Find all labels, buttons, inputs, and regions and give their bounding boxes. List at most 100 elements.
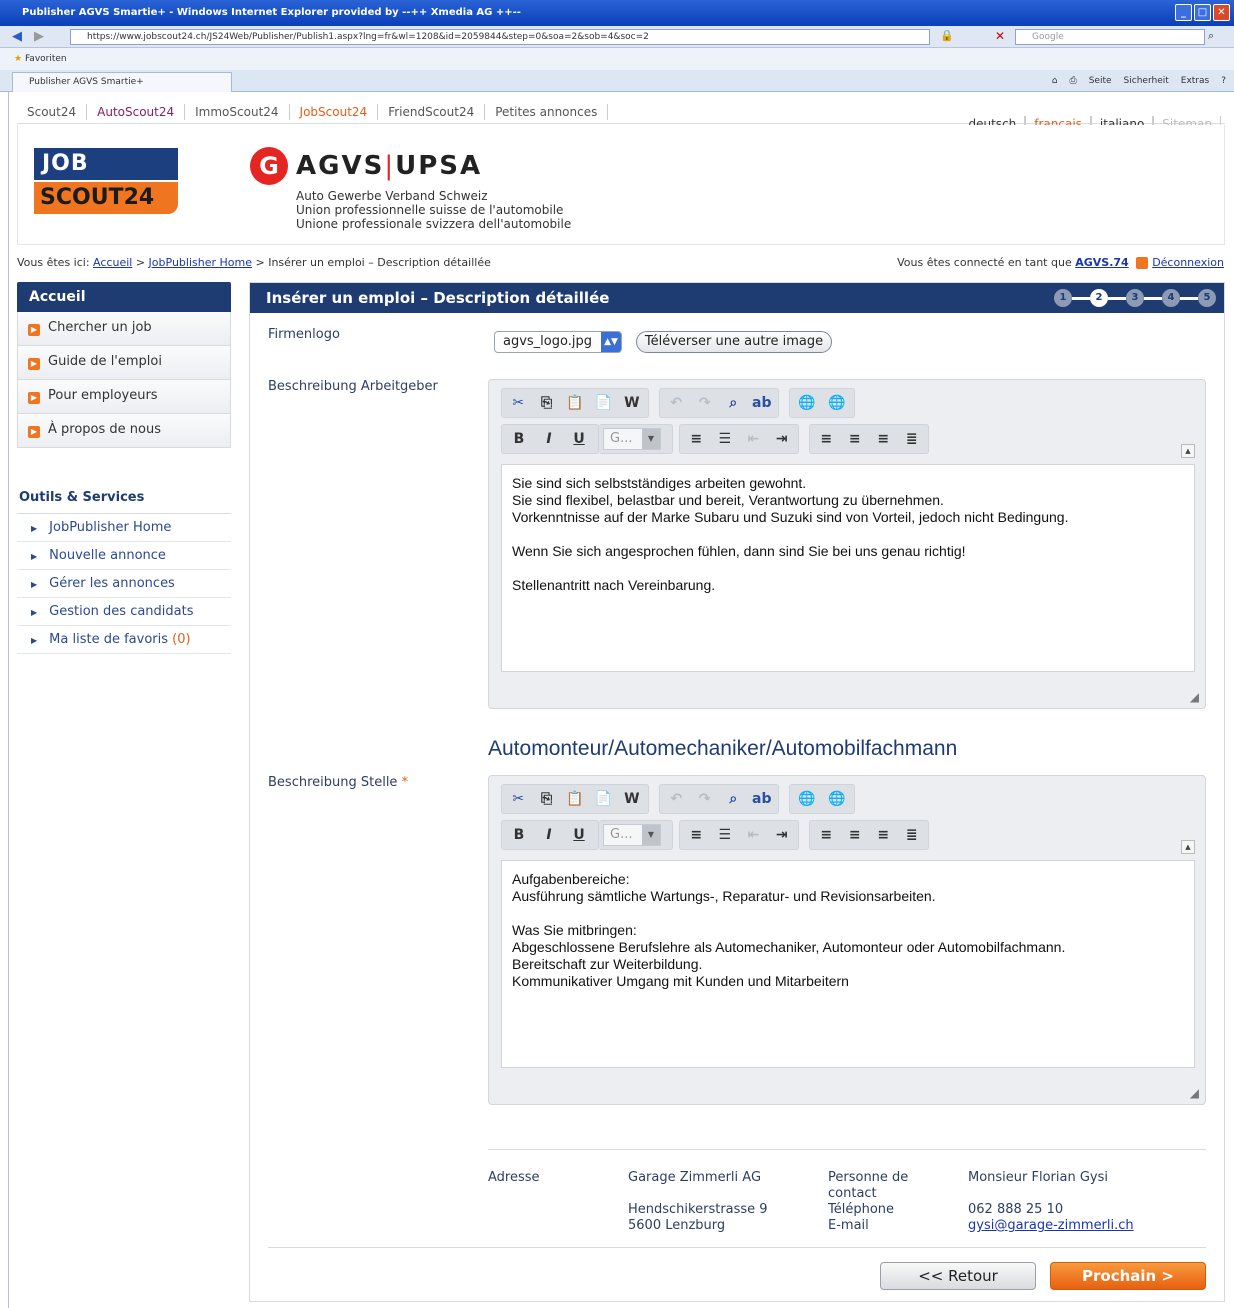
- bold-icon[interactable]: B: [506, 427, 532, 451]
- find-icon[interactable]: ⌕: [721, 787, 746, 811]
- redo-icon[interactable]: ↷: [693, 787, 718, 811]
- browser-tab[interactable]: Publisher AGVS Smartie+: [12, 72, 232, 92]
- nav-immoscout24[interactable]: ImmoScout24: [185, 104, 290, 120]
- font-select[interactable]: G... ▼: [603, 428, 661, 450]
- email-link[interactable]: gysi@garage-zimmerli.ch: [968, 1218, 1134, 1233]
- italic-icon[interactable]: I: [536, 823, 562, 847]
- nav-petites-annonces[interactable]: Petites annonces: [485, 104, 609, 120]
- bullet-list-icon[interactable]: ☰: [713, 427, 738, 451]
- search-icon[interactable]: ⌕: [1208, 29, 1214, 43]
- align-center-icon[interactable]: ≡: [843, 823, 868, 847]
- link-icon[interactable]: 🌐: [794, 787, 820, 811]
- nav-autoscout24[interactable]: AutoScout24: [87, 104, 186, 120]
- contact-label: Personne de contact: [828, 1170, 909, 1201]
- numbered-list-icon[interactable]: ≡: [684, 427, 709, 451]
- tool-seite[interactable]: Seite: [1089, 73, 1112, 89]
- bold-icon[interactable]: B: [506, 823, 532, 847]
- sidebar-item-apropos[interactable]: ▶ À propos de nous: [17, 414, 231, 448]
- stop-icon[interactable]: ✕: [995, 29, 1005, 43]
- breadcrumb-home[interactable]: Accueil: [93, 256, 132, 269]
- outil-favoris[interactable]: ▶ Ma liste de favoris (0): [17, 626, 231, 654]
- logo-select[interactable]: agvs_logo.jpg ▲▼: [494, 331, 622, 353]
- cut-icon[interactable]: ✂: [506, 391, 530, 415]
- underline-icon[interactable]: U: [566, 823, 592, 847]
- underline-icon[interactable]: U: [566, 427, 592, 451]
- upload-image-button[interactable]: Téléverser une autre image: [636, 331, 832, 353]
- align-left-icon[interactable]: ≡: [814, 823, 839, 847]
- nav-scout24[interactable]: Scout24: [17, 104, 88, 120]
- paste-text-icon[interactable]: 📄: [591, 787, 615, 811]
- maximize-icon[interactable]: □: [1194, 4, 1211, 21]
- justify-icon[interactable]: ≣: [900, 427, 925, 451]
- search-input[interactable]: Google: [1015, 29, 1205, 45]
- align-center-icon[interactable]: ≡: [843, 427, 868, 451]
- font-select[interactable]: G... ▼: [603, 824, 661, 846]
- user-link[interactable]: AGVS.74: [1075, 256, 1128, 269]
- indent-icon[interactable]: ⇥: [770, 427, 795, 451]
- tool-extras[interactable]: Extras: [1181, 73, 1209, 89]
- resize-grip-icon[interactable]: ◢: [1190, 1086, 1199, 1100]
- outdent-icon[interactable]: ⇤: [741, 427, 766, 451]
- unlink-icon[interactable]: 🌐: [824, 391, 850, 415]
- tool-sicherheit[interactable]: Sicherheit: [1124, 73, 1169, 89]
- outil-nouvelle-annonce[interactable]: ▶ Nouvelle annonce: [17, 542, 231, 570]
- outdent-icon[interactable]: ⇤: [741, 823, 766, 847]
- paste-icon[interactable]: 📋: [563, 787, 587, 811]
- back-icon[interactable]: ◀: [12, 29, 22, 44]
- next-button[interactable]: Prochain >: [1050, 1262, 1206, 1290]
- nav-jobscout24[interactable]: JobScout24: [290, 104, 379, 120]
- scroll-up-icon[interactable]: ▲: [1181, 840, 1195, 854]
- copy-icon[interactable]: ⎘: [534, 787, 558, 811]
- scroll-up-icon[interactable]: ▲: [1181, 444, 1195, 458]
- replace-icon[interactable]: ab: [750, 391, 775, 415]
- cut-icon[interactable]: ✂: [506, 787, 530, 811]
- find-icon[interactable]: ⌕: [721, 391, 746, 415]
- unlink-icon[interactable]: 🌐: [824, 787, 850, 811]
- minimize-icon[interactable]: _: [1175, 4, 1192, 21]
- paste-text-icon[interactable]: 📄: [591, 391, 615, 415]
- link-icon[interactable]: 🌐: [794, 391, 820, 415]
- close-icon[interactable]: ✕: [1213, 4, 1230, 21]
- align-left-icon[interactable]: ≡: [814, 427, 839, 451]
- resize-grip-icon[interactable]: ◢: [1190, 690, 1199, 704]
- favorites-button[interactable]: Favoriten: [25, 54, 67, 64]
- bullet-list-icon[interactable]: ☰: [713, 823, 738, 847]
- arbeitgeber-textarea[interactable]: Sie sind sich selbstständiges arbeiten g…: [501, 464, 1195, 672]
- logout-link[interactable]: Déconnexion: [1152, 256, 1224, 269]
- breadcrumb-jobpublisher[interactable]: JobPublisher Home: [149, 256, 252, 269]
- paste-word-icon[interactable]: W: [620, 391, 644, 415]
- sidebar-item-chercher[interactable]: ▶ Chercher un job: [17, 312, 231, 346]
- address-input[interactable]: https://www.jobscout24.ch/JS24Web/Publis…: [70, 29, 930, 45]
- help-icon[interactable]: ?: [1221, 73, 1226, 89]
- align-right-icon[interactable]: ≡: [871, 823, 896, 847]
- stelle-textarea[interactable]: Aufgabenbereiche: Ausführung sämtliche W…: [501, 860, 1195, 1068]
- back-button[interactable]: << Retour: [880, 1262, 1036, 1290]
- sidebar-item-guide[interactable]: ▶ Guide de l'emploi: [17, 346, 231, 380]
- italic-icon[interactable]: I: [536, 427, 562, 451]
- print-icon[interactable]: ⎙: [1070, 73, 1077, 89]
- indent-icon[interactable]: ⇥: [770, 823, 795, 847]
- undo-icon[interactable]: ↶: [664, 391, 689, 415]
- editor-toolbar-font: G... ▼: [599, 424, 673, 454]
- sidebar-title[interactable]: Accueil: [17, 282, 231, 312]
- lock-icon[interactable]: 🔒: [940, 29, 954, 42]
- outil-gestion-candidats[interactable]: ▶ Gestion des candidats: [17, 598, 231, 626]
- outil-gerer-annonces[interactable]: ▶ Gérer les annonces: [17, 570, 231, 598]
- justify-icon[interactable]: ≣: [900, 823, 925, 847]
- home-icon[interactable]: ⌂: [1052, 73, 1058, 89]
- jobscout24-logo[interactable]: JOB SCOUT24: [34, 148, 178, 216]
- paste-word-icon[interactable]: W: [620, 787, 644, 811]
- nav-friendscout24[interactable]: FriendScout24: [378, 104, 486, 120]
- copy-icon[interactable]: ⎘: [534, 391, 558, 415]
- sidebar-item-employeurs[interactable]: ▶ Pour employeurs: [17, 380, 231, 414]
- align-right-icon[interactable]: ≡: [871, 427, 896, 451]
- numbered-list-icon[interactable]: ≡: [684, 823, 709, 847]
- undo-icon[interactable]: ↶: [664, 787, 689, 811]
- star-icon[interactable]: ★: [14, 54, 22, 64]
- redo-icon[interactable]: ↷: [693, 391, 718, 415]
- forward-icon[interactable]: ▶: [34, 29, 44, 44]
- replace-icon[interactable]: ab: [750, 787, 775, 811]
- paste-icon[interactable]: 📋: [563, 391, 587, 415]
- outil-jobpublisher-home[interactable]: ▶ JobPublisher Home: [17, 514, 231, 542]
- logout-icon[interactable]: [1136, 257, 1149, 269]
